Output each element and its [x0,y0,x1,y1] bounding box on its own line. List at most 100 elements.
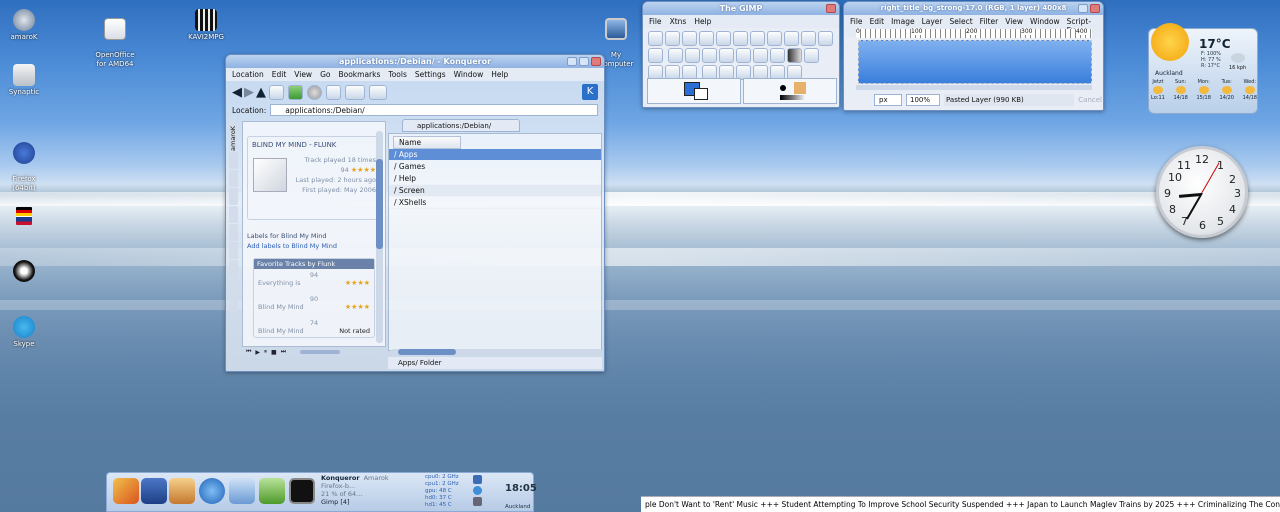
menu-help[interactable]: Help [491,70,508,79]
sidebar-tab-web[interactable] [229,278,238,295]
rect-select-icon[interactable] [648,31,663,46]
unit-select[interactable]: px [874,94,902,106]
volume-slider[interactable] [300,350,341,354]
terminal-icon[interactable] [289,478,315,504]
scale-icon[interactable] [684,48,700,63]
flip-icon[interactable] [735,48,751,63]
image-canvas[interactable] [858,40,1092,84]
list-item[interactable]: 90 Blind My Mind ★★★★ [254,293,374,317]
gimp-image-window[interactable]: right_title_bg_strong-17.0 (RGB, 1 layer… [843,1,1104,111]
sidebar-tab-services[interactable] [229,242,238,259]
measure-icon[interactable] [801,31,816,46]
desktop-icon-skype[interactable]: Skype [0,316,59,349]
globe-icon[interactable] [473,486,482,495]
column-header-name[interactable]: Name [393,136,461,149]
gimp-toolbox-titlebar[interactable]: The GIMP [643,2,839,15]
menu-help[interactable]: Help [694,17,711,26]
color-select-icon[interactable] [716,31,731,46]
package-icon[interactable] [259,478,285,504]
menu-settings[interactable]: Settings [415,70,446,79]
sidebar-tab-favorites[interactable] [229,296,238,313]
color-picker-icon[interactable] [767,31,782,46]
sidebar-tab-home[interactable] [229,188,238,205]
menu-xtns[interactable]: Xtns [670,17,687,26]
sidebar-tab-network[interactable] [229,206,238,223]
analog-clock[interactable]: 12 1 2 3 4 5 6 7 8 9 10 11 [1156,146,1248,238]
zoom-select[interactable]: 100% [906,94,940,106]
view-split-icon[interactable] [345,84,365,100]
minimize-button[interactable] [1078,4,1088,13]
crop-icon[interactable] [648,48,663,63]
list-item[interactable]: / Apps [389,149,601,161]
view-preview-icon[interactable] [369,84,387,100]
konqueror-window[interactable]: applications:/Debian/ - Konqueror Locati… [225,54,605,372]
close-button[interactable] [1090,4,1100,13]
close-button[interactable] [591,57,601,66]
volume-icon[interactable] [473,497,482,506]
location-input[interactable]: applications:/Debian/ [270,104,598,116]
canvas-scrollbar[interactable] [856,85,1092,90]
list-item[interactable]: / Games [389,161,601,173]
play-icon[interactable]: ▶ [255,349,260,356]
sidebar-tab-media[interactable] [229,260,238,277]
menu-location[interactable]: Location [232,70,264,79]
perspective-icon[interactable] [718,48,734,63]
sidebar-tab-history[interactable] [229,170,238,187]
desktop-icon-language[interactable] [0,207,59,227]
desktop-icon-cursor[interactable] [0,260,59,284]
home-icon[interactable] [169,478,195,504]
add-labels-link[interactable]: Add labels to Blind My Mind [247,242,381,250]
back-icon[interactable]: ◀ [232,85,242,100]
menu-tools[interactable]: Tools [388,70,406,79]
menu-window[interactable]: Window [454,70,484,79]
view-mode-icon[interactable] [326,84,341,100]
minimize-button[interactable] [567,57,577,66]
panel-clock[interactable]: 18:05 [505,483,537,494]
maximize-button[interactable] [579,57,589,66]
previous-icon[interactable]: ⏮ [246,348,251,356]
sidebar-tab-bookmarks[interactable] [229,152,238,169]
rotate-icon[interactable] [667,48,683,63]
wand-icon[interactable] [699,31,714,46]
brush-pattern-gradient[interactable] [743,78,837,104]
control-center-icon[interactable] [229,478,255,504]
fg-bg-colors[interactable] [647,78,741,104]
blend-icon[interactable] [786,48,802,63]
desktop-icon-amarok[interactable]: amaroK [0,9,59,42]
horizontal-scrollbar[interactable] [390,349,602,355]
menu-bookmarks[interactable]: Bookmarks [338,70,380,79]
menu-file[interactable]: File [649,17,662,26]
list-item[interactable]: / XShells [389,197,601,209]
desktop-icon-kavi2mpg[interactable]: KAVI2MPG [171,9,241,42]
cancel-button[interactable]: Cancel [1078,96,1102,104]
stop-icon[interactable] [307,84,322,100]
up-icon[interactable]: ▲ [256,85,266,100]
stop-icon[interactable]: ■ [271,349,277,356]
task-amarok[interactable]: Amarok [364,474,389,482]
list-item[interactable]: / Help [389,173,601,185]
move-icon[interactable] [818,31,833,46]
sidebar-scrollbar[interactable] [376,131,383,343]
desktop-icon-synaptic[interactable]: Synaptic [0,64,59,97]
list-item[interactable]: 94 Everything is ★★★★ [254,269,374,293]
text-icon[interactable] [752,48,768,63]
desktop-icon-openoffice[interactable]: OpenOffice for AMD64 [80,9,150,69]
ticker-text[interactable]: ple Don't Want to 'Rent' Music +++ Stude… [641,500,1280,509]
menu-edit[interactable]: Edit [272,70,287,79]
menu-view[interactable]: View [294,70,312,79]
task-gimp[interactable]: Gimp [4] [321,498,423,506]
gimp-toolbox-window[interactable]: The GIMP File Xtns Help [642,1,840,108]
pencil-icon[interactable] [803,48,819,63]
file-view-tab[interactable]: applications:/Debian/ [402,119,520,132]
reload-icon[interactable] [288,84,303,100]
weather-widget[interactable]: 17°C F: 100% H: 77 % R: 17°C 16 kph Auck… [1148,23,1258,114]
sidebar-tab-amarok[interactable]: amaroK [229,121,237,151]
shear-icon[interactable] [701,48,717,63]
gimp-image-titlebar[interactable]: right_title_bg_strong-17.0 (RGB, 1 layer… [844,2,1103,15]
task-konqueror[interactable]: Konqueror [321,474,360,482]
zoom-icon[interactable] [784,31,799,46]
news-ticker[interactable]: ple Don't Want to 'Rent' Music +++ Stude… [641,496,1280,512]
desktop-icon-firefox[interactable]: Firefox (64bit) [0,133,59,193]
pause-icon[interactable]: ⏸ [264,348,267,356]
task-firefox[interactable]: Firefox-b... [321,482,423,490]
